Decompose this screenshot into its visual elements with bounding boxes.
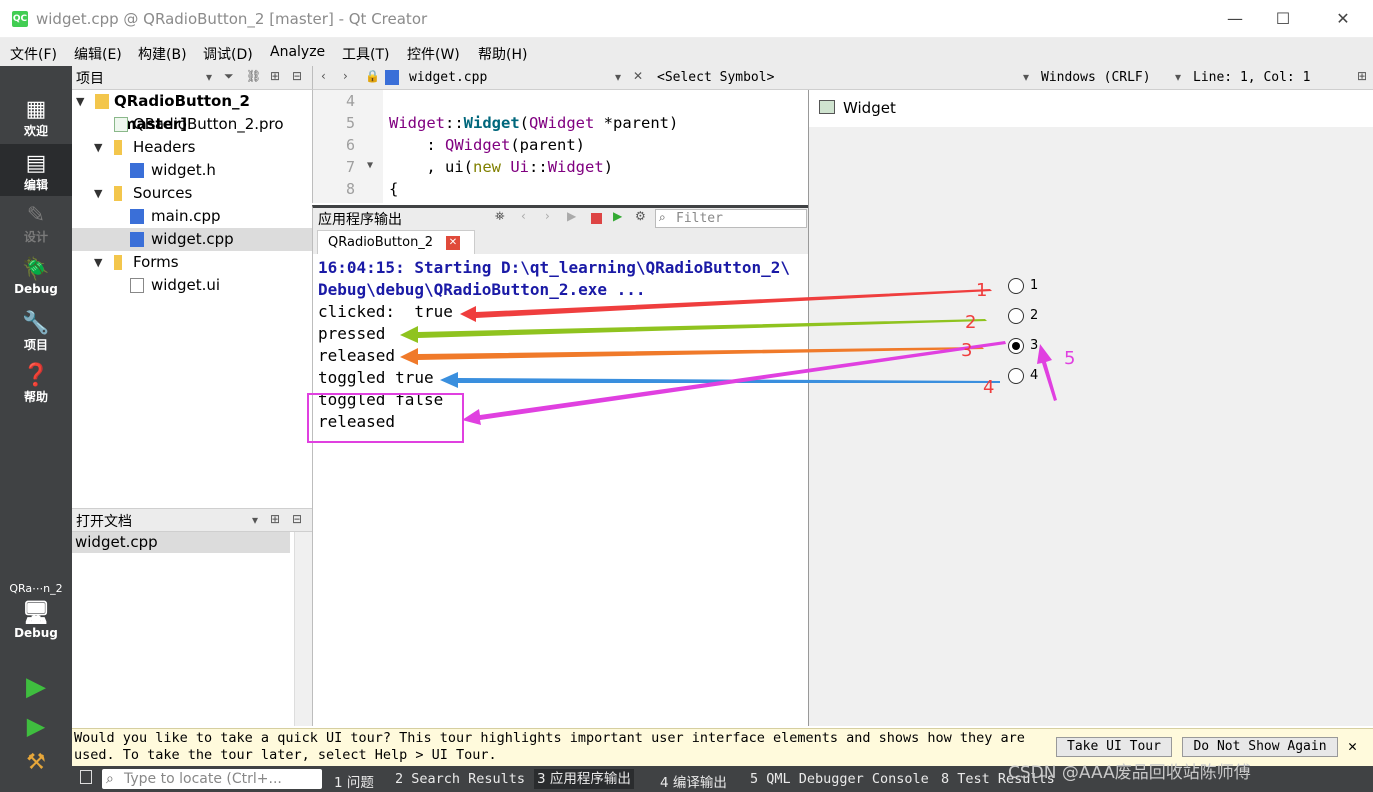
status-bar: ⌕ Type to locate (Ctrl+... 1 问题 2 Search…: [72, 763, 1373, 792]
annotation-arrow-1: [460, 289, 992, 322]
annotation-number-5: 5: [1064, 348, 1075, 369]
annotation-number-2: 2: [965, 312, 976, 333]
toggle-sidebar-icon[interactable]: [80, 770, 92, 784]
annotation-arrow-2: [400, 319, 987, 343]
annotation-number-1: 1: [976, 280, 987, 301]
annotation-arrow-5b: [1037, 344, 1057, 401]
annotation-number-3: 3: [961, 340, 972, 361]
annotation-arrow-3: [400, 347, 984, 365]
tour-message-line-2: used. To take the tour later, select Hel…: [74, 747, 497, 763]
take-ui-tour-button[interactable]: Take UI Tour: [1056, 737, 1172, 757]
annotation-number-4: 4: [983, 377, 994, 398]
watermark-text: CSDN @AAA废品回收站陈师傅: [1008, 763, 1251, 783]
search-icon: ⌕: [106, 771, 114, 787]
tab-compile-output[interactable]: 4 编译输出: [660, 771, 727, 791]
annotation-overlay: 1 2 3 4 5: [400, 280, 1075, 425]
tour-message-line-1: Would you like to take a quick UI tour? …: [74, 730, 1025, 746]
annotation-arrow-4: [440, 372, 1000, 388]
tab-qml-debugger-console[interactable]: 5 QML Debugger Console: [750, 771, 929, 787]
do-not-show-again-button[interactable]: Do Not Show Again: [1182, 737, 1338, 757]
tab-application-output[interactable]: 3 应用程序输出: [534, 769, 634, 789]
close-banner-button[interactable]: ✕: [1348, 737, 1357, 755]
locator-input[interactable]: ⌕ Type to locate (Ctrl+...: [102, 769, 322, 789]
tab-search-results[interactable]: 2 Search Results: [395, 771, 525, 787]
tab-issues[interactable]: 1 问题: [334, 771, 374, 791]
